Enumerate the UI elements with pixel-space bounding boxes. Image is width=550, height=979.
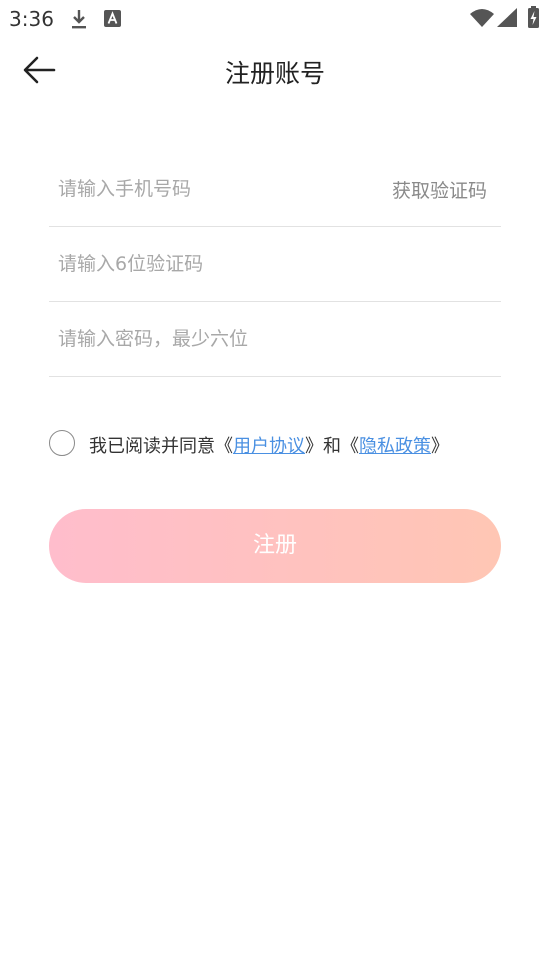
app-bar: 注册账号	[0, 36, 550, 106]
agreement-text: 我已阅读并同意《用户协议》和《隐私政策》	[89, 432, 449, 458]
code-field-row	[49, 227, 501, 302]
user-agreement-link[interactable]: 用户协议	[233, 436, 305, 457]
privacy-policy-link[interactable]: 隐私政策	[359, 436, 431, 457]
status-bar: 3:36	[0, 0, 550, 36]
phone-field-row: 获取验证码	[49, 152, 501, 227]
a-notification-icon	[104, 10, 121, 31]
verification-code-input[interactable]	[49, 227, 501, 301]
battery-icon	[527, 6, 540, 32]
password-input[interactable]	[49, 302, 501, 376]
agreement-row: 我已阅读并同意《用户协议》和《隐私政策》	[49, 430, 509, 460]
agreement-prefix: 我已阅读并同意《	[89, 436, 233, 457]
signal-icon	[497, 8, 517, 31]
register-button[interactable]: 注册	[49, 509, 501, 583]
status-time: 3:36	[9, 7, 54, 31]
page-title: 注册账号	[224, 59, 325, 88]
download-icon	[69, 8, 89, 34]
password-field-row	[49, 302, 501, 377]
get-code-button[interactable]: 获取验证码	[392, 176, 487, 203]
agreement-suffix: 》	[431, 436, 449, 457]
agreement-middle: 》和《	[305, 436, 359, 457]
wifi-icon	[470, 8, 494, 31]
agree-checkbox[interactable]	[49, 430, 75, 456]
register-form: 获取验证码	[49, 152, 501, 377]
